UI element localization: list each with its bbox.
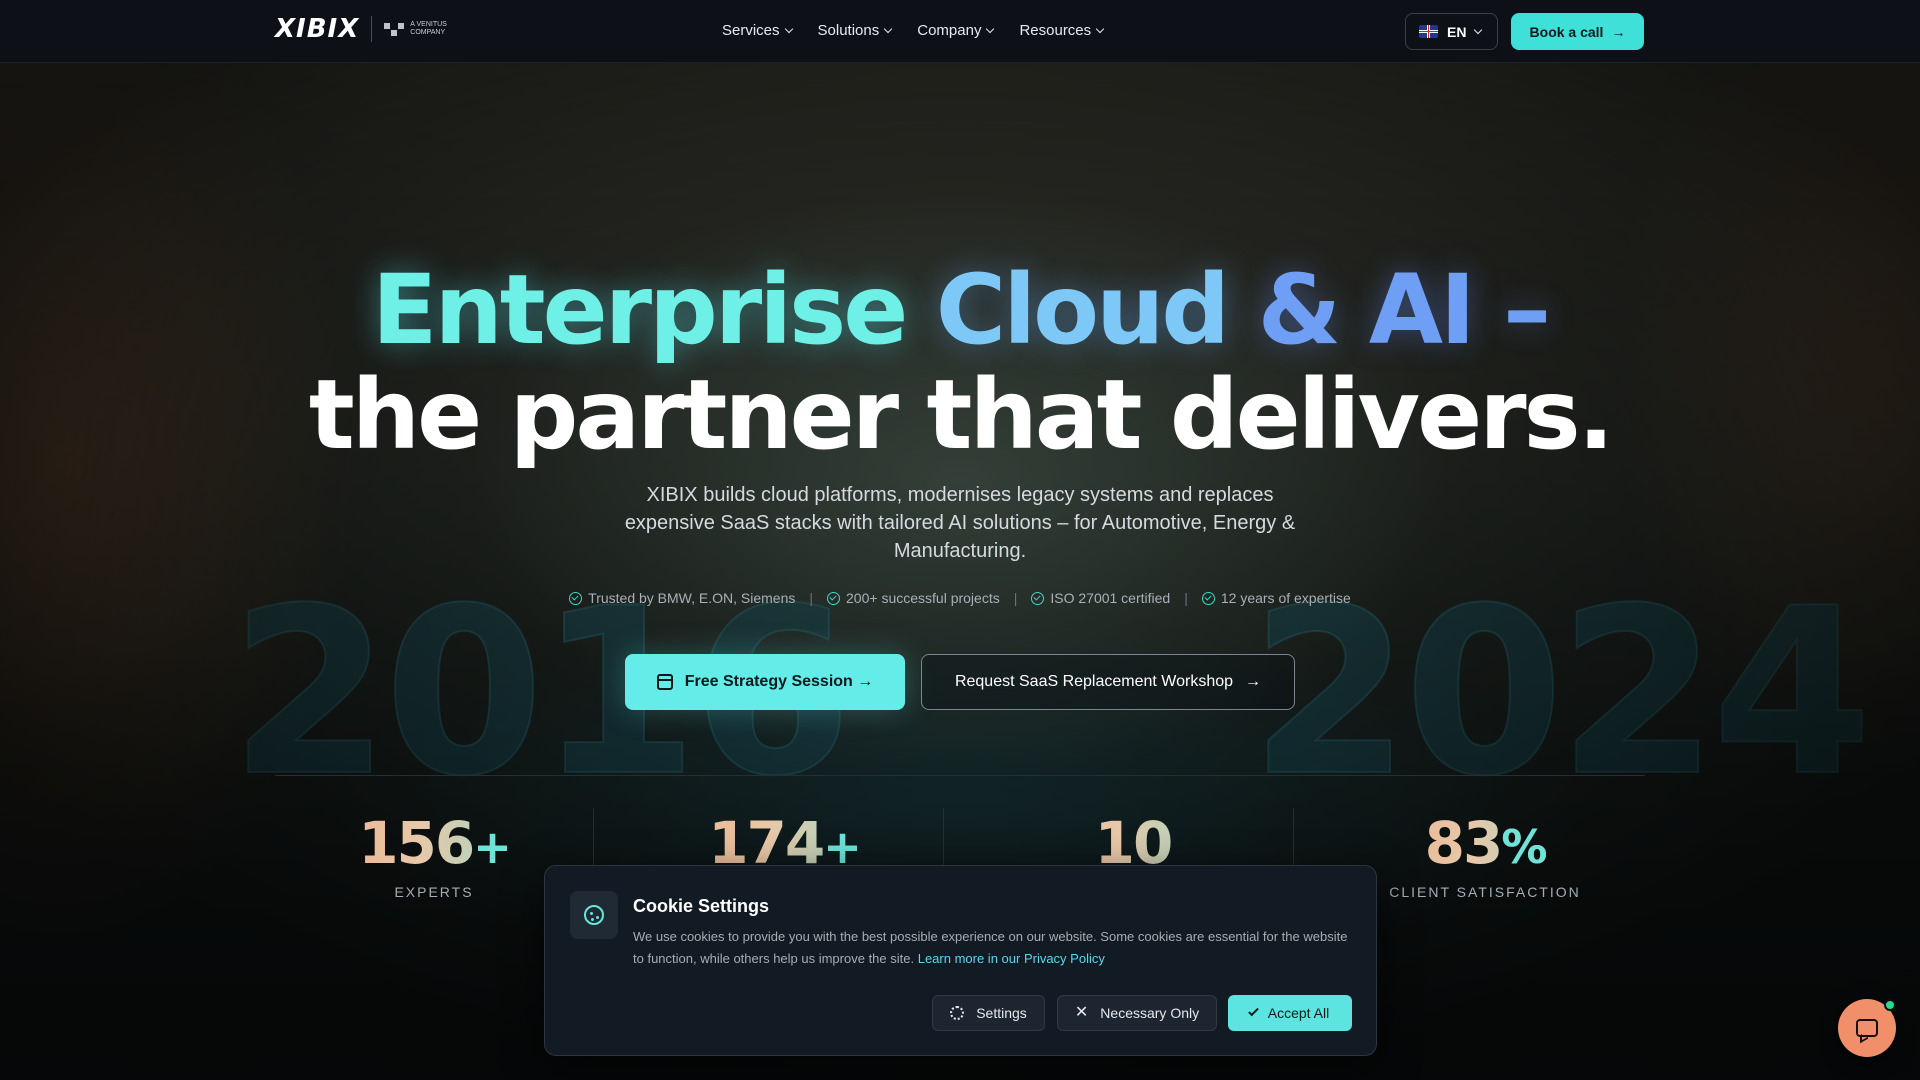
language-label: EN — [1447, 23, 1467, 40]
cookie-title: Cookie Settings — [633, 896, 770, 916]
cta-primary-label: Free Strategy Session → — [684, 673, 874, 690]
necessary-only-button[interactable]: ✕ Necessary Only — [1057, 995, 1217, 1031]
cookie-banner: Cookie Settings We use cookies to provid… — [544, 865, 1377, 1056]
check-circle-icon — [569, 591, 583, 605]
logo-sub: A VENITUS COMPANY — [384, 21, 456, 37]
check-icon — [1247, 1005, 1259, 1017]
gear-icon — [950, 1006, 965, 1020]
chevron-down-icon — [1474, 25, 1483, 34]
online-status-dot — [1884, 999, 1896, 1011]
hero-title-ai: & AI – — [1257, 254, 1552, 366]
hero-title-line1: Enterprise Cloud & AI – — [0, 255, 1920, 365]
book-call-button[interactable]: Book a call → — [1511, 13, 1644, 50]
trust-text: ISO 27001 certified — [1050, 590, 1171, 606]
cookie-icon-box — [570, 891, 618, 939]
trust-item: ISO 27001 certified — [1031, 590, 1170, 606]
arrow-right-icon: → — [1611, 23, 1626, 40]
chevron-down-icon — [784, 24, 793, 33]
trust-item: 200+ successful projects — [827, 590, 1000, 606]
venitus-mark-icon — [384, 22, 405, 36]
trust-text: Trusted by BMW, E.ON, Siemens — [588, 590, 796, 606]
hero-title-line2: the partner that delivers. — [308, 359, 1614, 471]
logo[interactable]: XIBIX A VENITUS COMPANY — [275, 14, 456, 44]
nav-solutions-label: Solutions — [817, 22, 880, 39]
arrow-right-icon: → — [1245, 673, 1262, 690]
necessary-only-label: Necessary Only — [1100, 1005, 1200, 1021]
trust-separator: | — [809, 590, 814, 606]
nav-company-label: Company — [917, 22, 982, 39]
check-circle-icon — [1201, 591, 1215, 605]
main-nav: Services Solutions Company Resources — [722, 22, 1105, 39]
trust-item: Trusted by BMW, E.ON, Siemens — [569, 590, 795, 606]
trust-separator: | — [1013, 590, 1018, 606]
accept-all-button[interactable]: Accept All — [1228, 995, 1352, 1031]
stat-value: 83% — [1335, 808, 1635, 882]
nav-resources-label: Resources — [1019, 22, 1092, 39]
stat-experts: 156+ EXPERTS — [284, 808, 584, 900]
trust-item: 12 years of expertise — [1201, 590, 1351, 606]
uk-flag-icon — [1419, 25, 1438, 38]
logo-separator — [371, 16, 373, 42]
stat-label: CLIENT SATISFACTION — [1389, 884, 1581, 900]
hero-title-enterprise: Enterprise — [371, 254, 908, 366]
stat-value: 156+ — [284, 808, 584, 882]
trust-text: 12 years of expertise — [1220, 590, 1351, 606]
cookie-settings-label: Settings — [976, 1005, 1027, 1021]
chevron-down-icon — [986, 24, 995, 33]
stat-satisfaction: 83% CLIENT SATISFACTION — [1335, 808, 1635, 900]
nav-resources[interactable]: Resources — [1019, 22, 1105, 39]
nav-services[interactable]: Services — [722, 22, 793, 39]
check-circle-icon — [1031, 591, 1045, 605]
section-divider — [275, 775, 1645, 776]
hero-subtitle: XIBIX builds cloud platforms, modernises… — [624, 484, 1296, 562]
trust-separator: | — [1184, 590, 1188, 606]
free-strategy-session-button[interactable]: Free Strategy Session → — [625, 654, 905, 710]
nav-solutions[interactable]: Solutions — [817, 22, 893, 39]
cookie-text: We use cookies to provide you with the b… — [633, 926, 1353, 970]
trust-text: 200+ successful projects — [846, 590, 1000, 606]
cta-secondary-label: Request SaaS Replacement Workshop — [954, 673, 1234, 690]
stat-label: EXPERTS — [394, 884, 474, 900]
close-icon: ✕ — [1074, 1004, 1089, 1021]
hero-title-cloud: Cloud — [935, 254, 1230, 366]
chevron-down-icon — [1095, 24, 1105, 33]
chevron-down-icon — [884, 24, 893, 33]
check-circle-icon — [827, 591, 841, 605]
accept-all-label: Accept All — [1267, 1005, 1330, 1021]
trust-bar: Trusted by BMW, E.ON, Siemens | 200+ suc… — [0, 590, 1920, 606]
language-selector[interactable]: EN — [1405, 13, 1498, 50]
privacy-policy-link[interactable]: Learn more in our Privacy Policy — [918, 951, 1105, 966]
nav-services-label: Services — [722, 22, 780, 39]
cookie-settings-button[interactable]: Settings — [932, 995, 1045, 1031]
logo-wordmark: XIBIX — [275, 14, 360, 44]
book-call-label: Book a call — [1529, 23, 1604, 40]
saas-workshop-button[interactable]: Request SaaS Replacement Workshop → — [921, 654, 1295, 710]
calendar-icon — [656, 674, 673, 690]
logo-sub-text: A VENITUS COMPANY — [410, 21, 447, 36]
cookie-icon — [584, 905, 604, 925]
nav-company[interactable]: Company — [917, 22, 995, 39]
chat-bubble-icon — [1856, 1019, 1878, 1037]
site-header: XIBIX A VENITUS COMPANY Services Solutio… — [0, 0, 1920, 63]
